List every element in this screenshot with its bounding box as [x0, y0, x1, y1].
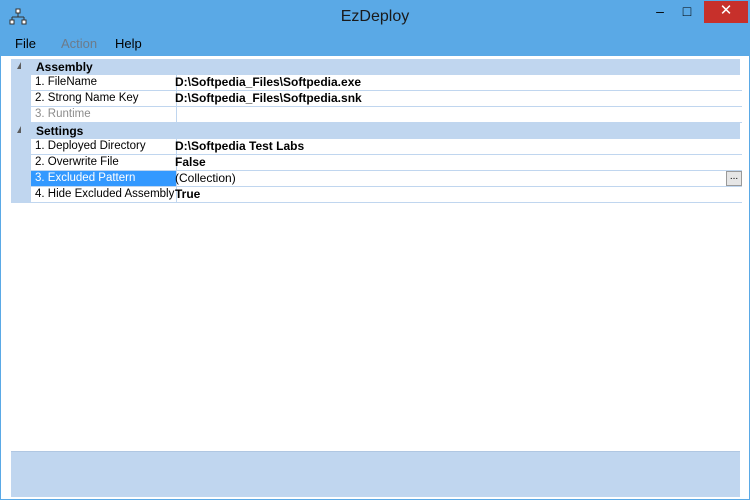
row-margin	[11, 187, 31, 203]
row-margin	[11, 107, 31, 123]
property-row-hide-excluded-assembly[interactable]: 4. Hide Excluded Assembly True	[11, 187, 742, 203]
property-row-excluded-pattern[interactable]: 3. Excluded Pattern (Collection) ...	[11, 171, 742, 187]
property-row-filename[interactable]: 1. FileName D:\Softpedia_Files\Softpedia…	[11, 75, 742, 91]
property-name[interactable]: 3. Excluded Pattern	[31, 171, 177, 187]
category-label: Assembly	[36, 60, 93, 74]
property-grid: Assembly 1. FileName D:\Softpedia_Files\…	[11, 59, 742, 206]
property-row-runtime[interactable]: 3. Runtime	[11, 107, 742, 123]
property-value[interactable]	[173, 107, 742, 123]
category-assembly[interactable]: Assembly	[11, 59, 740, 75]
menu-bar: File Action Help	[1, 32, 749, 56]
property-value[interactable]: True	[173, 187, 742, 203]
property-value[interactable]: D:\Softpedia_Files\Softpedia.exe	[173, 75, 742, 91]
close-button[interactable]: ✕	[704, 1, 748, 23]
property-name[interactable]: 2. Overwrite File	[31, 155, 177, 171]
property-row-deployed-directory[interactable]: 1. Deployed Directory D:\Softpedia Test …	[11, 139, 742, 155]
window-title: EzDeploy	[340, 8, 410, 25]
property-value[interactable]: False	[173, 155, 742, 171]
property-value[interactable]: D:\Softpedia_Files\Softpedia.snk	[173, 91, 742, 107]
row-margin	[11, 139, 31, 155]
property-name[interactable]: 2. Strong Name Key	[31, 91, 177, 107]
collapse-triangle-icon[interactable]	[17, 126, 21, 133]
property-name[interactable]: 1. FileName	[31, 75, 177, 91]
property-value[interactable]: (Collection) ...	[173, 171, 742, 187]
property-name[interactable]: 1. Deployed Directory	[31, 139, 177, 155]
title-bar[interactable]: EzDeploy – □ ✕	[1, 1, 749, 32]
minimize-button[interactable]: –	[647, 1, 673, 23]
row-margin	[11, 91, 31, 107]
maximize-button[interactable]: □	[674, 1, 700, 23]
property-row-strong-name-key[interactable]: 2. Strong Name Key D:\Softpedia_Files\So…	[11, 91, 742, 107]
menu-file[interactable]: File	[15, 36, 36, 51]
property-name[interactable]: 4. Hide Excluded Assembly	[31, 187, 177, 203]
collapse-triangle-icon[interactable]	[17, 62, 21, 69]
property-value[interactable]: D:\Softpedia Test Labs	[173, 139, 742, 155]
property-row-overwrite-file[interactable]: 2. Overwrite File False	[11, 155, 742, 171]
row-margin	[11, 155, 31, 171]
category-settings[interactable]: Settings	[11, 123, 740, 139]
app-window: EzDeploy – □ ✕ File Action Help Assembly…	[0, 0, 750, 500]
description-panel	[11, 451, 740, 497]
menu-help[interactable]: Help	[115, 36, 142, 51]
row-margin	[11, 171, 31, 187]
client-area: Assembly 1. FileName D:\Softpedia_Files\…	[1, 56, 749, 499]
property-value-text: (Collection)	[175, 171, 236, 185]
browse-collection-button[interactable]: ...	[726, 171, 742, 186]
property-name[interactable]: 3. Runtime	[31, 107, 177, 123]
menu-action[interactable]: Action	[61, 36, 97, 51]
row-margin	[11, 75, 31, 91]
category-label: Settings	[36, 124, 84, 138]
